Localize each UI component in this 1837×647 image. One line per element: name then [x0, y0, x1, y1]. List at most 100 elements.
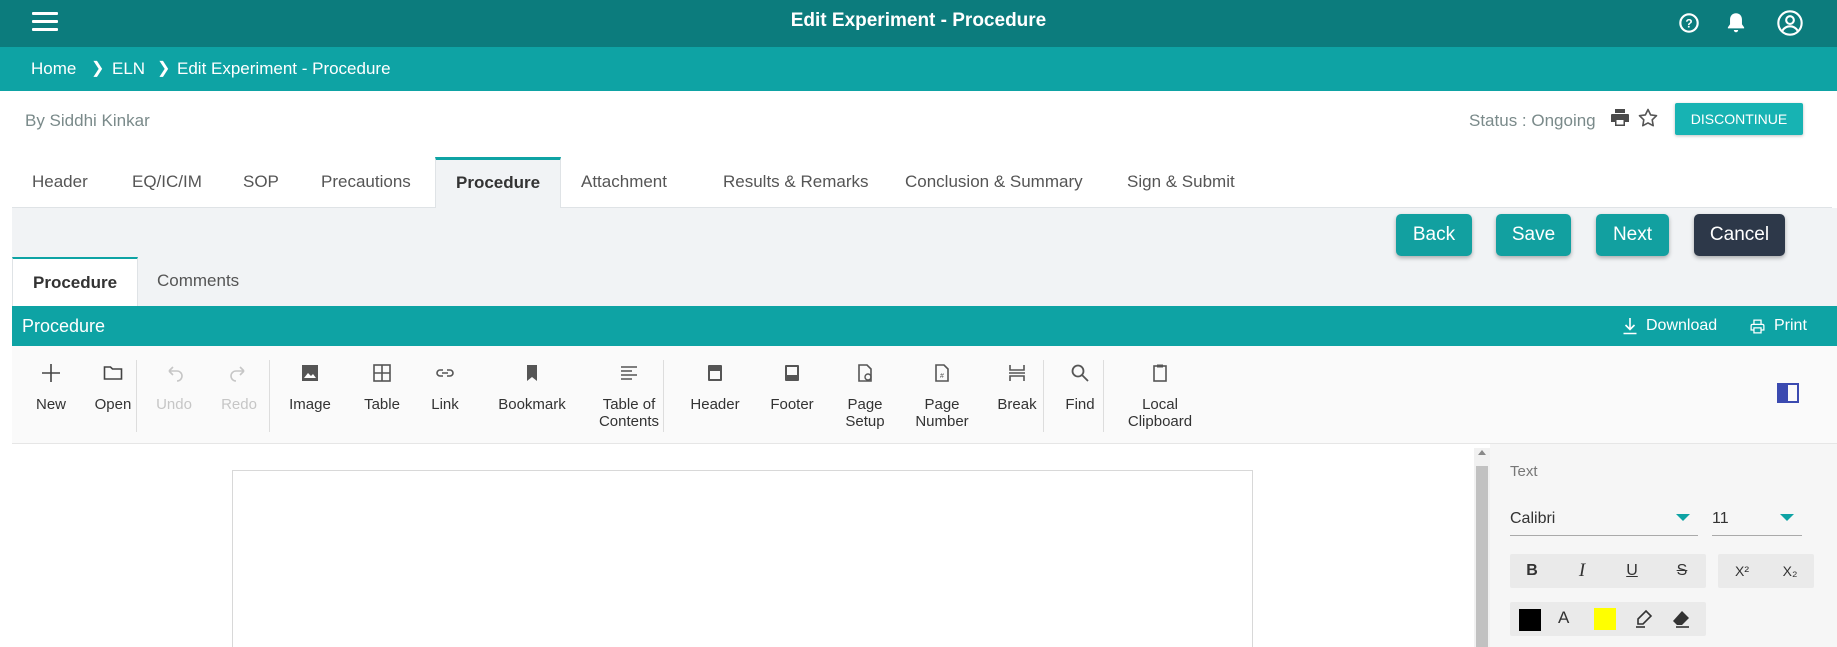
text-style-group: B I U S — [1510, 554, 1706, 588]
tab-procedure[interactable]: Procedure — [435, 157, 562, 209]
tab-header[interactable]: Header — [12, 157, 108, 208]
font-size-select[interactable]: 11 — [1712, 504, 1802, 536]
status-label: Status : Ongoing — [1469, 111, 1596, 130]
font-color-swatch[interactable] — [1519, 609, 1541, 631]
table-of-contents-icon — [621, 366, 637, 380]
experiment-tabs: Header EQ/IC/IM SOP Precautions Procedur… — [12, 157, 1832, 209]
toolbar-divider — [1103, 360, 1104, 432]
open-document-button[interactable]: Open — [85, 362, 141, 413]
header-icon — [708, 365, 722, 381]
insert-bookmark-button[interactable]: Bookmark — [486, 362, 578, 413]
back-button[interactable]: Back — [1396, 214, 1472, 256]
italic-button[interactable]: I — [1560, 554, 1604, 588]
bookmark-icon — [527, 365, 537, 381]
tab-conclusion-summary[interactable]: Conclusion & Summary — [885, 157, 1103, 208]
page-title: Edit Experiment - Procedure — [790, 10, 1047, 31]
color-group: A — [1510, 602, 1706, 636]
section-title: Procedure — [22, 316, 106, 336]
strikethrough-button[interactable]: S — [1660, 554, 1704, 588]
eraser-icon[interactable] — [1670, 608, 1692, 630]
underline-button[interactable]: U — [1610, 554, 1654, 588]
tab-sign-submit[interactable]: Sign & Submit — [1107, 157, 1255, 208]
scroll-up-arrow-icon[interactable] — [1478, 450, 1486, 455]
top-app-bar: Edit Experiment - Procedure ? — [0, 0, 1837, 47]
search-icon — [1071, 364, 1089, 382]
highlighter-icon[interactable] — [1632, 608, 1654, 630]
subtab-comments[interactable]: Comments — [137, 257, 259, 306]
subtab-procedure[interactable]: Procedure — [12, 257, 139, 306]
page-number-icon: # — [935, 364, 949, 382]
properties-section-label: Text — [1510, 463, 1538, 480]
table-of-contents-button[interactable]: Table of Contents — [586, 362, 672, 430]
insert-image-button[interactable]: Image — [282, 362, 338, 413]
document-editor-toolbar: New Open Undo Redo Image Table Link Book… — [12, 346, 1837, 444]
font-family-select[interactable]: Calibri — [1510, 504, 1698, 536]
new-document-button[interactable]: New — [20, 362, 82, 413]
insert-link-button[interactable]: Link — [421, 362, 469, 413]
toolbar-divider — [269, 360, 270, 432]
star-outline-icon[interactable] — [1636, 106, 1660, 130]
redo-icon — [230, 366, 245, 382]
cancel-button[interactable]: Cancel — [1694, 214, 1785, 256]
image-icon — [302, 365, 318, 381]
clipboard-icon — [1153, 364, 1167, 382]
vertical-scrollbar[interactable] — [1474, 448, 1490, 647]
document-page[interactable] — [232, 470, 1253, 647]
page-setup-icon — [858, 364, 872, 382]
footer-button[interactable]: Footer — [757, 362, 827, 413]
save-button[interactable]: Save — [1496, 214, 1571, 256]
footer-icon — [785, 365, 799, 381]
redo-button[interactable]: Redo — [213, 362, 265, 413]
print-button[interactable]: Print — [1749, 317, 1807, 335]
notification-bell-icon[interactable] — [1723, 10, 1749, 36]
print-label: Print — [1774, 317, 1807, 334]
dropdown-caret-icon — [1676, 514, 1690, 521]
printer-icon[interactable] — [1608, 106, 1632, 130]
superscript-button[interactable]: X² — [1720, 554, 1764, 588]
local-clipboard-button[interactable]: Local Clipboard — [1114, 362, 1206, 430]
table-icon — [373, 364, 391, 382]
toggle-properties-pane-icon[interactable] — [1777, 383, 1799, 403]
procedure-section-bar: Procedure Download Print — [12, 306, 1837, 346]
discontinue-button[interactable]: DISCONTINUE — [1675, 103, 1803, 135]
scrollbar-thumb[interactable] — [1476, 466, 1488, 647]
font-color-icon[interactable]: A — [1558, 608, 1569, 628]
page-setup-button[interactable]: Page Setup — [835, 362, 895, 430]
download-label: Download — [1646, 317, 1718, 334]
find-button[interactable]: Find — [1056, 362, 1104, 413]
tab-eq-ic-im[interactable]: EQ/IC/IM — [112, 157, 222, 208]
tab-attachment[interactable]: Attachment — [561, 157, 687, 208]
script-group: X² X₂ — [1718, 554, 1814, 588]
svg-text:?: ? — [1685, 16, 1692, 30]
author-label: By Siddhi Kinkar — [25, 111, 150, 130]
download-icon — [1623, 318, 1637, 335]
user-account-icon[interactable] — [1776, 9, 1804, 37]
header-button[interactable]: Header — [676, 362, 754, 413]
print-icon — [1750, 318, 1765, 334]
folder-icon — [103, 366, 123, 380]
page-break-icon — [1009, 365, 1025, 381]
next-button[interactable]: Next — [1596, 214, 1669, 256]
tab-results-remarks[interactable]: Results & Remarks — [703, 157, 888, 208]
subscript-button[interactable]: X₂ — [1768, 554, 1812, 588]
undo-icon — [168, 366, 183, 382]
tab-sop[interactable]: SOP — [223, 157, 299, 208]
help-icon[interactable]: ? — [1676, 10, 1702, 36]
link-icon — [436, 369, 454, 377]
text-properties-pane: Text Calibri 11 B I U S X² X₂ A — [1490, 444, 1837, 647]
page-number-button[interactable]: # Page Number — [905, 362, 979, 430]
toolbar-divider — [1043, 360, 1044, 432]
insert-table-button[interactable]: Table — [354, 362, 410, 413]
breadcrumb: Home ❯ ELN ❯ Edit Experiment - Procedure — [0, 47, 1837, 91]
download-button[interactable]: Download — [1622, 317, 1717, 335]
undo-button[interactable]: Undo — [148, 362, 200, 413]
highlight-color-swatch[interactable] — [1594, 608, 1616, 630]
breadcrumb-eln[interactable]: ELN — [112, 59, 145, 79]
tab-precautions[interactable]: Precautions — [301, 157, 431, 208]
bold-button[interactable]: B — [1510, 554, 1554, 588]
toolbar-divider — [663, 360, 664, 432]
chevron-right-icon: ❯ — [157, 60, 171, 77]
toolbar-divider — [136, 360, 137, 432]
break-button[interactable]: Break — [990, 362, 1044, 413]
breadcrumb-home[interactable]: Home — [31, 59, 76, 79]
